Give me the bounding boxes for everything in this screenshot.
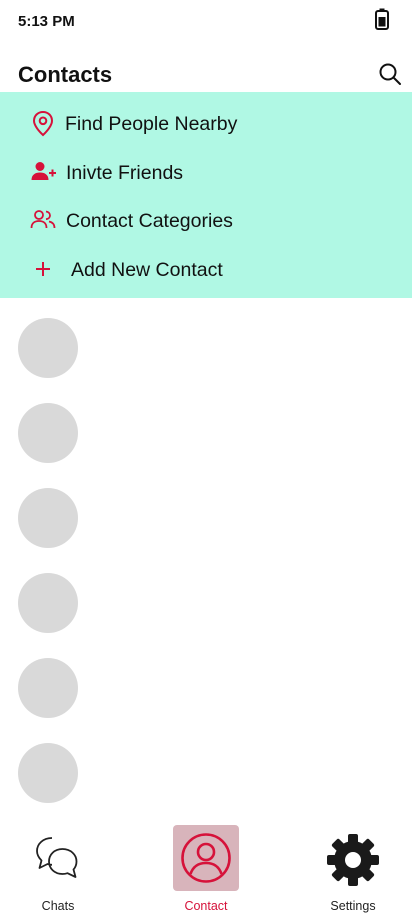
list-item[interactable] [0, 638, 412, 723]
avatar [18, 743, 78, 803]
add-user-icon [31, 162, 56, 180]
menu-item-invite-friends[interactable]: Inivte Friends [0, 147, 412, 195]
menu-item-label: Contact Categories [66, 210, 233, 232]
users-group-icon [30, 210, 56, 229]
status-bar: 5:13 PM [0, 0, 412, 44]
tab-contact[interactable]: Contact [166, 817, 246, 917]
list-item[interactable] [0, 298, 412, 383]
battery-icon [375, 8, 389, 30]
tab-chats[interactable]: Chats [18, 817, 98, 917]
header: Contacts [0, 52, 412, 92]
list-item[interactable] [0, 383, 412, 468]
contacts-action-menu: Find People Nearby Inivte Friends Contac… [0, 92, 412, 298]
gear-icon [327, 834, 379, 886]
avatar [18, 573, 78, 633]
tab-contact-label: Contact [184, 899, 228, 913]
menu-item-contact-categories[interactable]: Contact Categories [0, 195, 412, 243]
list-item[interactable] [0, 723, 412, 808]
menu-item-find-people-nearby[interactable]: Find People Nearby [0, 98, 412, 146]
search-icon[interactable] [378, 62, 402, 86]
list-item[interactable] [0, 468, 412, 553]
location-pin-icon [32, 110, 54, 137]
menu-item-label: Inivte Friends [66, 162, 184, 184]
avatar [18, 318, 78, 378]
tab-chats-label: Chats [41, 899, 75, 913]
chat-bubbles-icon [36, 837, 78, 878]
page-title: Contacts [18, 62, 113, 87]
menu-item-label: Find People Nearby [65, 113, 238, 135]
list-item[interactable] [0, 553, 412, 638]
menu-item-add-new-contact[interactable]: Add New Contact [0, 244, 412, 292]
avatar [18, 658, 78, 718]
tab-settings[interactable]: Settings [313, 817, 393, 917]
bottom-nav: Chats Contact Settings [0, 817, 412, 917]
tab-settings-label: Settings [330, 899, 376, 913]
plus-icon [36, 262, 50, 276]
user-circle-icon [181, 833, 231, 883]
avatar [18, 488, 78, 548]
menu-item-label: Add New Contact [71, 259, 223, 281]
status-time: 5:13 PM [18, 13, 75, 30]
avatar [18, 403, 78, 463]
